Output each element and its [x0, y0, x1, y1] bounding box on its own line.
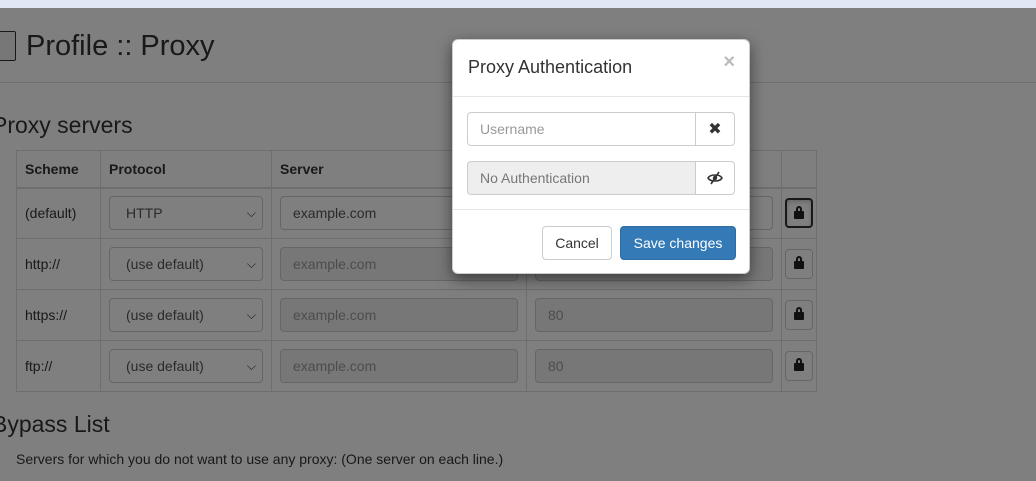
username-input[interactable] [467, 112, 695, 146]
modal-body: ✖ No Authentication [453, 97, 749, 210]
proxy-auth-dialog: Proxy Authentication × ✖ No Authenticati… [452, 39, 750, 274]
cancel-button[interactable]: Cancel [542, 226, 612, 260]
clear-username-button[interactable]: ✖ [695, 112, 735, 146]
toggle-password-button[interactable] [695, 161, 735, 195]
modal-header: Proxy Authentication × [453, 40, 749, 97]
close-icon[interactable]: × [723, 52, 735, 72]
save-changes-button[interactable]: Save changes [620, 226, 736, 260]
clear-icon: ✖ [708, 121, 722, 138]
password-group: No Authentication [467, 161, 735, 195]
modal-title: Proxy Authentication [468, 57, 633, 77]
modal-footer: Cancel Save changes [453, 210, 749, 274]
eye-slash-icon [707, 171, 723, 185]
password-input[interactable]: No Authentication [467, 161, 695, 195]
browser-top-strip [0, 0, 1036, 8]
username-group: ✖ [467, 112, 735, 146]
